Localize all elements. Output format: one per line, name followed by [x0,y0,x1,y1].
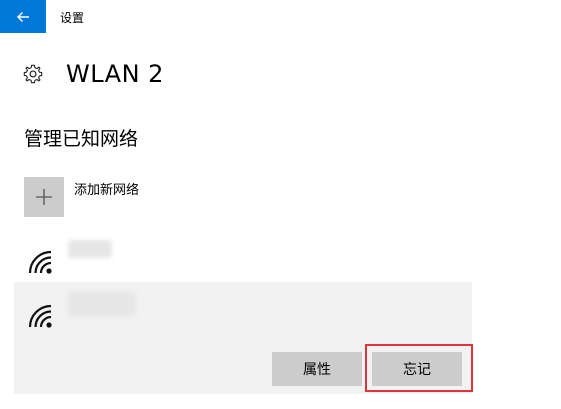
plus-icon [36,189,52,205]
network-name [68,240,112,258]
forget-button[interactable]: 忘记 [372,352,462,386]
known-network-item[interactable] [14,234,472,280]
page-header: WLAN 2 [22,56,164,92]
back-arrow-icon [17,11,29,22]
add-network-tile [24,177,64,217]
section-title: 管理已知网络 [24,128,139,150]
add-network-button[interactable]: 添加新网络 [24,177,324,219]
wifi-signal-icon [28,250,52,274]
wifi-signal-icon [28,304,52,328]
network-name [68,292,136,316]
title-bar: 设置 [0,0,561,34]
back-button[interactable] [0,0,46,33]
gear-icon [23,64,43,84]
known-network-item-selected[interactable]: 属性 忘记 [14,282,472,394]
window-title: 设置 [60,11,85,25]
add-network-label: 添加新网络 [74,183,140,198]
page-title: WLAN 2 [66,60,164,88]
properties-button[interactable]: 属性 [272,352,362,386]
